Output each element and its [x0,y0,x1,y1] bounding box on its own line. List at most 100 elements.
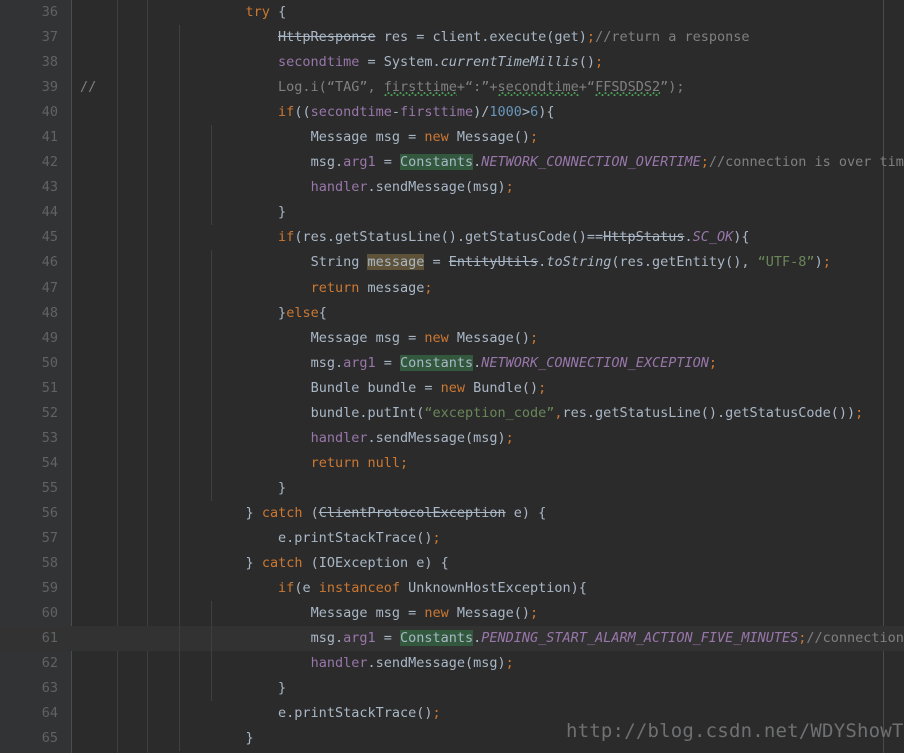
code-line[interactable]: 43 handler.sendMessage(msg); [0,175,904,201]
indent-guide [178,25,180,51]
code-token: ; [586,29,596,46]
code-line[interactable]: 37 HttpResponse res = client.execute(get… [0,25,904,51]
code-token: handler [310,179,368,196]
code-token: res.getStatusLine().getStatusCode()) [562,404,856,421]
indent-guide [210,400,212,426]
code-text: if(e instanceof UnknownHostException){ [148,576,587,601]
code-line[interactable]: 62 handler.sendMessage(msg); [0,651,904,677]
code-token: } [245,555,254,572]
code-lines[interactable]: 36 try {37 HttpResponse res = client.exe… [0,0,904,752]
code-token: ”); [660,79,685,96]
code-token: ; [505,655,514,672]
code-line[interactable]: 36 try { [0,0,904,25]
code-token: handler [310,655,368,672]
indent-guide [210,626,212,652]
code-line[interactable]: 61 msg.arg1 = Constants.PENDING_START_AL… [0,626,904,652]
code-token: = [375,354,400,371]
code-token: firsttime [383,79,457,96]
indent-guide [178,450,180,476]
code-line[interactable]: 48 }else{ [0,300,904,326]
code-line[interactable]: 55 } [0,475,904,501]
code-line[interactable]: 39 // Log.i(“TAG”, firsttime+“:”+secondti… [0,75,904,101]
code-line[interactable]: 49 Message msg = new Message(); [0,325,904,351]
code-line[interactable]: 38 secondtime = System.currentTimeMillis… [0,50,904,76]
code-text: Message msg = new Message(); [148,601,539,626]
code-token: ; [530,329,539,346]
code-token: handler [310,429,368,446]
code-token: Constants [399,154,474,171]
code-line[interactable]: 60 Message msg = new Message(); [0,601,904,627]
code-line[interactable]: 40 if((secondtime-firsttime)/1000>6){ [0,100,904,126]
code-line[interactable]: 47 return message; [0,275,904,301]
code-line[interactable]: 44 } [0,200,904,226]
code-token: try [245,4,270,20]
code-line[interactable]: 52 bundle.putInt(“exception_code”,res.ge… [0,400,904,426]
code-token: new [424,329,449,346]
code-token: e.printStackTrace() [278,705,433,722]
line-number: 55 [41,479,58,496]
code-token: (res.getEntity(), [611,254,758,271]
code-line[interactable]: 46 String message = EntityUtils.toString… [0,250,904,276]
code-token: Bundle bundle = [310,379,441,396]
line-number: 49 [41,329,58,346]
code-text: if(res.getStatusLine().getStatusCode()==… [148,225,750,250]
code-text: handler.sendMessage(msg); [148,426,514,451]
indent-guide [210,275,212,301]
code-token: arg1 [343,354,376,371]
code-text: String message = EntityUtils.toString(re… [148,250,831,275]
line-number: 65 [41,730,58,747]
code-token: UnknownHostException){ [399,580,587,597]
code-line[interactable]: 41 Message msg = new Message(); [0,125,904,151]
code-token: return [310,279,360,296]
code-token: secondtime [497,79,579,96]
code-token: ) [814,254,823,271]
code-token: null [367,454,400,471]
indent-guide [178,551,180,577]
code-token: “UTF-8” [757,254,815,271]
code-token: arg1 [343,154,376,171]
code-line[interactable]: 63 } [0,676,904,702]
line-number: 58 [41,555,58,572]
code-text: msg.arg1 = Constants.NETWORK_CONNECTION_… [148,351,717,376]
code-line[interactable]: 42 msg.arg1 = Constants.NETWORK_CONNECTI… [0,150,904,176]
indent-guide [178,150,180,176]
indent-guide [178,275,180,301]
code-token: EntityUtils [448,254,539,271]
code-line[interactable]: 53 handler.sendMessage(msg); [0,425,904,451]
code-token: firsttime [400,104,474,121]
indent-guide [210,325,212,351]
code-line[interactable]: 56 } catch (ClientProtocolException e) { [0,500,904,526]
code-token: catch [261,504,303,521]
indent-guide [178,50,180,76]
code-line[interactable]: 50 msg.arg1 = Constants.NETWORK_CONNECTI… [0,350,904,376]
code-token: ; [530,605,539,622]
code-token: .sendMessage(msg) [367,429,506,446]
code-line[interactable]: 54 return null; [0,450,904,476]
code-token: Constants [399,354,474,371]
code-editor[interactable]: 36 try {37 HttpResponse res = client.exe… [0,0,904,753]
code-line[interactable]: 59 if(e instanceof UnknownHostException)… [0,576,904,602]
indent-guide [178,175,180,201]
code-token: (e [294,580,319,597]
code-token: //connection is over time [806,630,904,647]
line-number: 51 [41,379,58,396]
code-token: Message msg = [310,329,425,346]
code-line[interactable]: 58 } catch (IOException e) { [0,551,904,577]
code-line[interactable]: 57 e.printStackTrace(); [0,525,904,552]
code-line[interactable]: 51 Bundle bundle = new Bundle(); [0,375,904,401]
code-token: ; [432,705,441,722]
code-token: ){ [733,229,750,246]
code-line[interactable]: 45 if(res.getStatusLine().getStatusCode(… [0,225,904,251]
code-token: Constants [399,630,474,647]
code-token: (( [294,104,311,121]
